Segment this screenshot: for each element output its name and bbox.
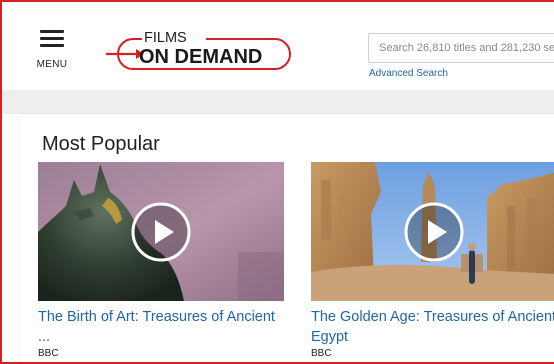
menu-label: MENU — [36, 59, 68, 70]
search-input[interactable] — [368, 33, 554, 63]
logo-line-2: ON DEMAND — [139, 46, 262, 68]
video-title-link[interactable]: The Birth of Art: Treasures of Ancient .… — [38, 307, 284, 347]
menu-button[interactable]: MENU — [32, 28, 72, 76]
section-title: Most Popular — [42, 133, 160, 155]
video-source: BBC — [311, 348, 332, 359]
films-on-demand-logo[interactable]: FILMS ON DEMAND — [106, 26, 296, 72]
site-header: MENU FILMS ON DEMAND Advanced Search — [2, 2, 554, 90]
advanced-search-link[interactable]: Advanced Search — [369, 68, 448, 79]
gray-band — [2, 90, 554, 114]
video-thumbnail[interactable] — [38, 162, 284, 301]
video-card: The Birth of Art: Treasures of Ancient .… — [38, 162, 284, 359]
play-icon[interactable] — [403, 201, 465, 263]
play-icon[interactable] — [130, 201, 192, 263]
most-popular-panel: Most Popular The Birth of Art: Treasures… — [20, 114, 554, 362]
hamburger-icon — [40, 30, 64, 33]
video-source: BBC — [38, 348, 59, 359]
video-card: The Golden Age: Treasures of Ancient Egy… — [311, 162, 554, 359]
logo-line-1: FILMS — [144, 30, 187, 46]
video-thumbnail[interactable] — [311, 162, 554, 301]
page-frame: MENU FILMS ON DEMAND Advanced Search Mos… — [0, 0, 554, 364]
video-title-link[interactable]: The Golden Age: Treasures of Ancient Egy… — [311, 307, 554, 347]
